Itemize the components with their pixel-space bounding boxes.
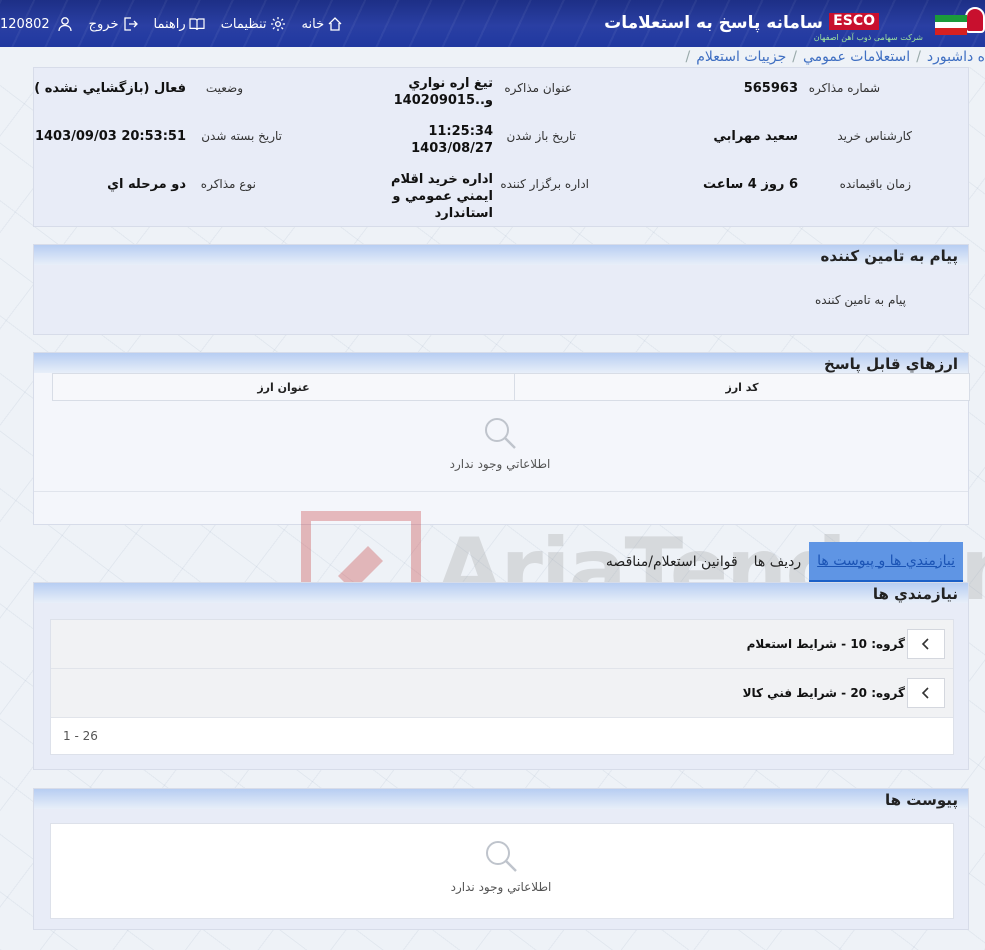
expand-button[interactable] xyxy=(907,629,945,659)
attachments-empty-text: اطلاعاتي وجود ندارد xyxy=(450,880,552,894)
group-label: گروه: 10 - شرايط استعلام xyxy=(746,637,905,651)
open-date-value: 1403/08/27 xyxy=(411,141,493,156)
column-currency-title[interactable]: عنوان ارز xyxy=(52,373,515,401)
open-time-value: 11:25:34 xyxy=(428,124,493,139)
user-button[interactable]: 120802 xyxy=(0,16,73,32)
inquiry-info-panel: شماره مذاكره 565963 عنوان مذاكره تيغ اره… xyxy=(33,67,969,227)
subject-label: عنوان مذاكره xyxy=(504,81,572,95)
gear-icon xyxy=(270,17,285,31)
emblem-icon xyxy=(965,7,985,33)
user-icon xyxy=(57,17,72,32)
logout-button[interactable]: خروج xyxy=(89,16,138,32)
header-toolbar: 120802 خروج راهنما تنظیمات خانه xyxy=(0,16,359,32)
book-icon xyxy=(189,18,205,31)
divider xyxy=(34,491,968,492)
group-label: گروه: 20 - شرايط فني كالا xyxy=(742,686,905,700)
tab-label: نيازمندي ها و پيوست ها xyxy=(817,552,955,569)
logout-icon xyxy=(123,17,138,31)
breadcrumb-public-inquiries[interactable]: استعلامات عمومي xyxy=(803,49,910,65)
help-label: راهنما xyxy=(153,16,186,32)
breadcrumb-inquiry-details[interactable]: جزييات استعلام xyxy=(696,49,786,65)
settings-label: تنظیمات xyxy=(220,16,267,32)
home-button[interactable]: خانه xyxy=(302,16,344,32)
currencies-empty-text: اطلاعاتي وجود ندارد xyxy=(449,457,551,471)
esco-subtitle: شرکت سهامی ذوب آهن اصفهان xyxy=(813,33,923,42)
supplier-message-panel: پيام به تامين كننده پيام به تامين كننده xyxy=(33,244,969,335)
home-icon xyxy=(328,17,342,31)
esco-logo: ESCO xyxy=(829,13,879,30)
number-label: شماره مذاكره xyxy=(808,81,880,95)
requirements-panel: نيازمندي ها گروه: 10 - شرايط استعلام گرو… xyxy=(33,582,969,770)
requirements-groups: گروه: 10 - شرايط استعلام گروه: 20 - شراي… xyxy=(50,619,954,755)
breadcrumb-separator: / xyxy=(916,49,921,65)
tab-requirements-attachments[interactable]: نيازمندي ها و پيوست ها xyxy=(809,541,963,583)
tab-inquiry-rules[interactable]: قوانين استعلام/مناقصه xyxy=(598,543,746,581)
type-label: نوع مذاكره xyxy=(200,177,256,191)
column-currency-code[interactable]: كد ارز xyxy=(514,373,970,401)
settings-button[interactable]: تنظیمات xyxy=(221,16,286,32)
flag-icon xyxy=(935,15,967,35)
expert-value: سعيد مهرابي xyxy=(713,129,798,144)
breadcrumb-separator: / xyxy=(792,49,797,65)
number-value: 565963 xyxy=(743,81,798,96)
requirements-title: نيازمندي ها xyxy=(34,583,968,603)
subject-value: تيغ اره نواري و..140209015 xyxy=(393,76,493,108)
attachments-body: اطلاعاتي وجود ندارد xyxy=(50,823,954,919)
close-date-value: 1403/09/03 20:53:51 xyxy=(34,129,186,144)
breadcrumb-separator: / xyxy=(685,49,691,65)
currencies-table: عنوان ارز كد ارز xyxy=(52,373,970,401)
group-row[interactable]: گروه: 20 - شرايط فني كالا xyxy=(51,669,953,718)
close-date-label: تاريخ بسته شدن xyxy=(201,129,282,143)
search-icon xyxy=(485,418,516,449)
attachments-title: پيوست ها xyxy=(34,789,968,809)
user-id: 120802 xyxy=(0,16,50,32)
dept-label: اداره برگزار كننده xyxy=(500,177,589,191)
currencies-title: ارزهاي قابل پاسخ xyxy=(34,353,968,373)
currencies-empty: اطلاعاتي وجود ندارد xyxy=(434,415,566,471)
app-title: سامانه پاسخ به استعلامات xyxy=(604,13,823,33)
breadcrumb: ه داشبورد / استعلامات عمومي / جزييات استعلام… xyxy=(680,47,985,67)
expert-label: كارشناس خريد xyxy=(837,129,912,143)
open-date-label: تاريخ باز شدن xyxy=(506,129,576,143)
attachments-empty: اطلاعاتي وجود ندارد xyxy=(435,838,567,894)
help-button[interactable]: راهنما xyxy=(154,16,205,32)
top-header: ESCO شرکت سهامی ذوب آهن اصفهان سامانه پا… xyxy=(0,0,985,47)
logout-label: خروج xyxy=(88,16,119,32)
status-label: وضعيت xyxy=(205,81,243,95)
chevron-left-icon xyxy=(921,687,929,699)
dept-value: اداره خريد اقلام ايمني عمومي و استاندارد xyxy=(390,172,493,221)
company-logo xyxy=(925,3,985,47)
group-row[interactable]: گروه: 10 - شرايط استعلام xyxy=(51,620,953,669)
search-icon xyxy=(486,841,517,872)
remaining-value: 6 روز 4 ساعت xyxy=(702,177,798,192)
remaining-label: زمان باقيمانده xyxy=(839,177,911,191)
supplier-message-body: پيام به تامين كننده xyxy=(815,293,906,307)
status-value: فعال (بازگشايي نشده ) xyxy=(34,81,186,96)
currencies-panel: ارزهاي قابل پاسخ عنوان ارز كد ارز اطلاعا… xyxy=(33,352,970,525)
pager-range: 1 - 26 xyxy=(51,718,953,754)
breadcrumb-dashboard[interactable]: ه داشبورد xyxy=(927,49,985,65)
supplier-message-title: پيام به تامين كننده xyxy=(34,245,968,265)
home-label: خانه xyxy=(301,16,325,32)
chevron-left-icon xyxy=(921,638,929,650)
expand-button[interactable] xyxy=(907,678,945,708)
tab-rows[interactable]: رديف ها xyxy=(746,543,809,581)
attachments-panel: پيوست ها اطلاعاتي وجود ندارد xyxy=(33,788,969,930)
type-value: دو مرحله اي xyxy=(107,177,186,192)
detail-tabs: نيازمندي ها و پيوست ها رديف ها قوانين اس… xyxy=(598,541,963,583)
